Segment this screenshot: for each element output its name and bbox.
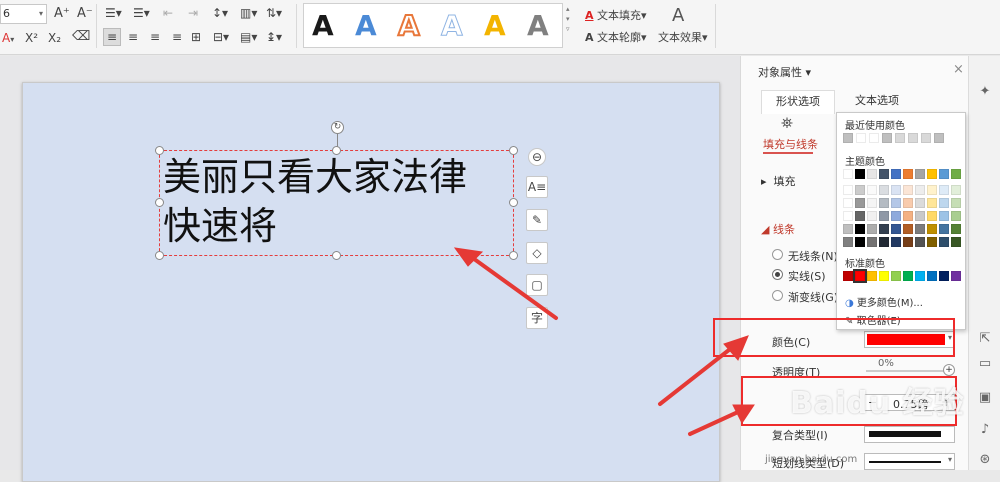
annotation-arrow: [658, 344, 736, 406]
annotation-arrow: [468, 254, 558, 320]
baidu-watermark-url: jingyan.baidu.com: [765, 454, 858, 465]
annotation-arrowhead: [723, 335, 749, 361]
baidu-watermark: Baidu 经验: [790, 386, 965, 421]
annotation-arrow: [688, 410, 740, 436]
